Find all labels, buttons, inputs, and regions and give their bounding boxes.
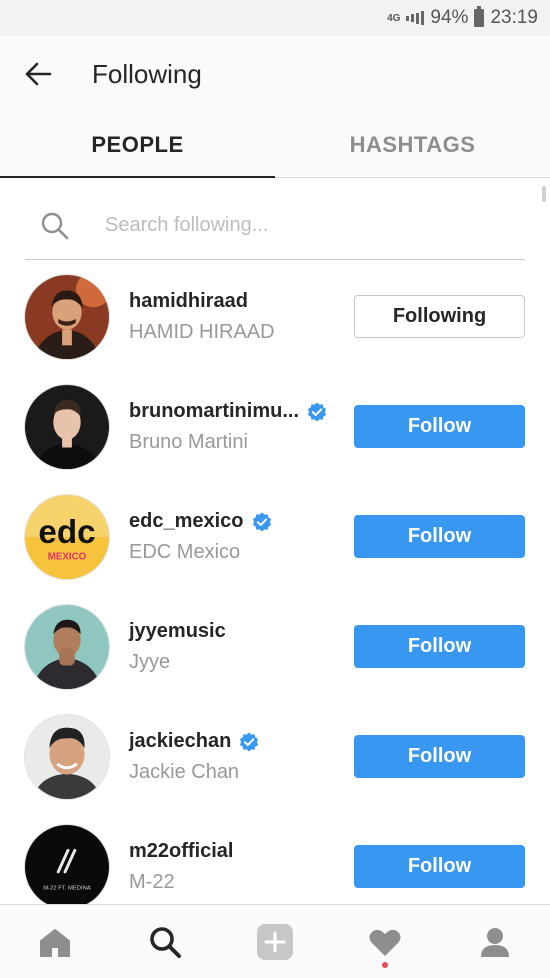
- list-item[interactable]: jackiechan Jackie Chan Follow: [0, 702, 550, 812]
- verified-badge-icon: [252, 512, 272, 532]
- nav-add-post[interactable]: [220, 905, 330, 978]
- full-name: EDC Mexico: [129, 541, 241, 563]
- list-item[interactable]: hamidhiraad HAMID HIRAAD Following: [0, 262, 550, 372]
- nav-activity[interactable]: [330, 905, 440, 978]
- edc-logo-sub: MEXICO: [48, 551, 87, 562]
- search-icon: [25, 211, 85, 241]
- battery-percent: 94%: [430, 7, 469, 28]
- status-bar: 4G 94% 23:19: [0, 0, 550, 36]
- username[interactable]: brunomartinimu...: [129, 400, 299, 423]
- follow-button[interactable]: Follow: [354, 845, 525, 888]
- search-icon: [150, 926, 181, 958]
- avatar[interactable]: M-22 FT. MEDINA: [24, 824, 110, 910]
- avatar[interactable]: [24, 604, 110, 690]
- username[interactable]: jackiechan: [129, 730, 231, 753]
- full-name: HAMID HIRAAD: [129, 321, 275, 343]
- user-names: brunomartinimu... Bruno Martini: [129, 400, 327, 454]
- tab-people[interactable]: PEOPLE: [0, 112, 275, 178]
- search-bar: [25, 192, 525, 260]
- avatar[interactable]: edc MEXICO: [24, 494, 110, 580]
- notification-dot: [382, 962, 388, 968]
- user-names: m22official M-22: [129, 840, 233, 894]
- following-button[interactable]: Following: [354, 295, 525, 338]
- following-list: hamidhiraad HAMID HIRAAD Following bruno…: [0, 262, 550, 922]
- user-names: jyyemusic Jyye: [129, 620, 226, 674]
- add-post-icon: [257, 923, 293, 960]
- arrow-left-icon: [25, 62, 52, 86]
- username[interactable]: jyyemusic: [129, 620, 226, 643]
- username[interactable]: hamidhiraad: [129, 290, 248, 313]
- follow-button[interactable]: Follow: [354, 515, 525, 558]
- avatar[interactable]: [24, 384, 110, 470]
- list-item[interactable]: jyyemusic Jyye Follow: [0, 592, 550, 702]
- scrollbar[interactable]: [542, 186, 546, 202]
- avatar[interactable]: [24, 714, 110, 800]
- heart-icon: [369, 929, 401, 956]
- page-title: Following: [92, 58, 202, 89]
- list-item[interactable]: edc MEXICO edc_mexico EDC Mexico Follow: [0, 482, 550, 592]
- edc-logo-text: edc: [38, 514, 95, 551]
- avatar[interactable]: [24, 274, 110, 360]
- tab-hashtags[interactable]: HASHTAGS: [275, 112, 550, 177]
- full-name: Bruno Martini: [129, 431, 248, 453]
- follow-button[interactable]: Follow: [354, 735, 525, 778]
- username[interactable]: edc_mexico: [129, 510, 244, 533]
- profile-icon: [481, 927, 509, 957]
- bottom-nav: [0, 904, 550, 978]
- signal-icon: [406, 10, 425, 26]
- nav-home[interactable]: [0, 905, 110, 978]
- user-names: hamidhiraad HAMID HIRAAD: [129, 290, 275, 344]
- follow-button[interactable]: Follow: [354, 625, 525, 668]
- network-indicator: 4G: [387, 12, 401, 24]
- home-icon: [40, 928, 70, 957]
- m22-caption: M-22 FT. MEDINA: [43, 885, 91, 891]
- tab-bar: PEOPLE HASHTAGS: [0, 112, 550, 178]
- clock: 23:19: [490, 7, 538, 28]
- header: Following: [0, 36, 550, 112]
- full-name: M-22: [129, 871, 175, 893]
- user-names: jackiechan Jackie Chan: [129, 730, 259, 784]
- verified-badge-icon: [239, 732, 259, 752]
- nav-profile[interactable]: [440, 905, 550, 978]
- nav-search[interactable]: [110, 905, 220, 978]
- username[interactable]: m22official: [129, 840, 233, 863]
- user-names: edc_mexico EDC Mexico: [129, 510, 272, 564]
- search-input[interactable]: [103, 213, 487, 238]
- full-name: Jyye: [129, 651, 171, 673]
- verified-badge-icon: [307, 402, 327, 422]
- full-name: Jackie Chan: [129, 761, 240, 783]
- battery-icon: [474, 6, 485, 27]
- back-button[interactable]: [0, 36, 76, 112]
- follow-button[interactable]: Follow: [354, 405, 525, 448]
- list-item[interactable]: brunomartinimu... Bruno Martini Follow: [0, 372, 550, 482]
